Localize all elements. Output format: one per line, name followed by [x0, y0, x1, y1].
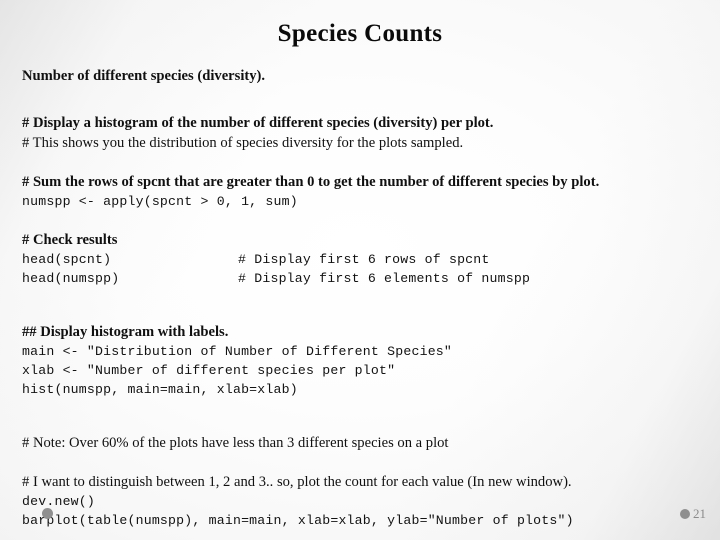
page-title: Species Counts	[277, 20, 443, 47]
code-row-head-spcnt: head(spcnt) # Display first 6 rows of sp…	[22, 250, 712, 269]
comment-head-numspp: # Display first 6 elements of numspp	[238, 271, 531, 286]
code-dev-new: dev.new()	[22, 494, 96, 509]
comment-note-sixty-percent: # Note: Over 60% of the plots have less …	[22, 435, 449, 451]
code-xlab-assign: xlab <- "Number of different species per…	[22, 363, 396, 378]
page-number: 21	[693, 506, 706, 521]
code-head-numspp: head(numspp)	[22, 271, 120, 286]
comment-distinguish-values: # I want to distinguish between 1, 2 and…	[22, 474, 572, 490]
comment-sum-rows: # Sum the rows of spcnt that are greater…	[22, 174, 600, 190]
slide-body: Number of different species (diversity).…	[22, 66, 712, 530]
code-hist-call: hist(numspp, main=main, xlab=xlab)	[22, 382, 298, 397]
footer-bullet-icon	[42, 508, 53, 519]
code-numspp-apply: numspp <- apply(spcnt > 0, 1, sum)	[22, 194, 298, 209]
code-head-spcnt: head(spcnt)	[22, 252, 112, 267]
subtitle-line: Number of different species (diversity).	[22, 68, 266, 84]
code-main-assign: main <- "Distribution of Number of Diffe…	[22, 344, 453, 359]
comment-head-spcnt: # Display first 6 rows of spcnt	[238, 252, 490, 267]
comment-this-shows: # This shows you the distribution of spe…	[22, 135, 464, 151]
page-bullet-icon	[680, 509, 690, 519]
comment-display-histogram: # Display a histogram of the number of d…	[22, 115, 494, 131]
code-row-head-numspp: head(numspp) # Display first 6 elements …	[22, 269, 712, 288]
page-number-group: 21	[680, 506, 706, 522]
slide-canvas: Species Counts Number of different speci…	[0, 0, 720, 540]
comment-check-results: # Check results	[22, 232, 118, 248]
comment-display-with-labels: ## Display histogram with labels.	[22, 324, 229, 340]
code-barplot-call: barplot(table(numspp), main=main, xlab=x…	[22, 513, 574, 528]
